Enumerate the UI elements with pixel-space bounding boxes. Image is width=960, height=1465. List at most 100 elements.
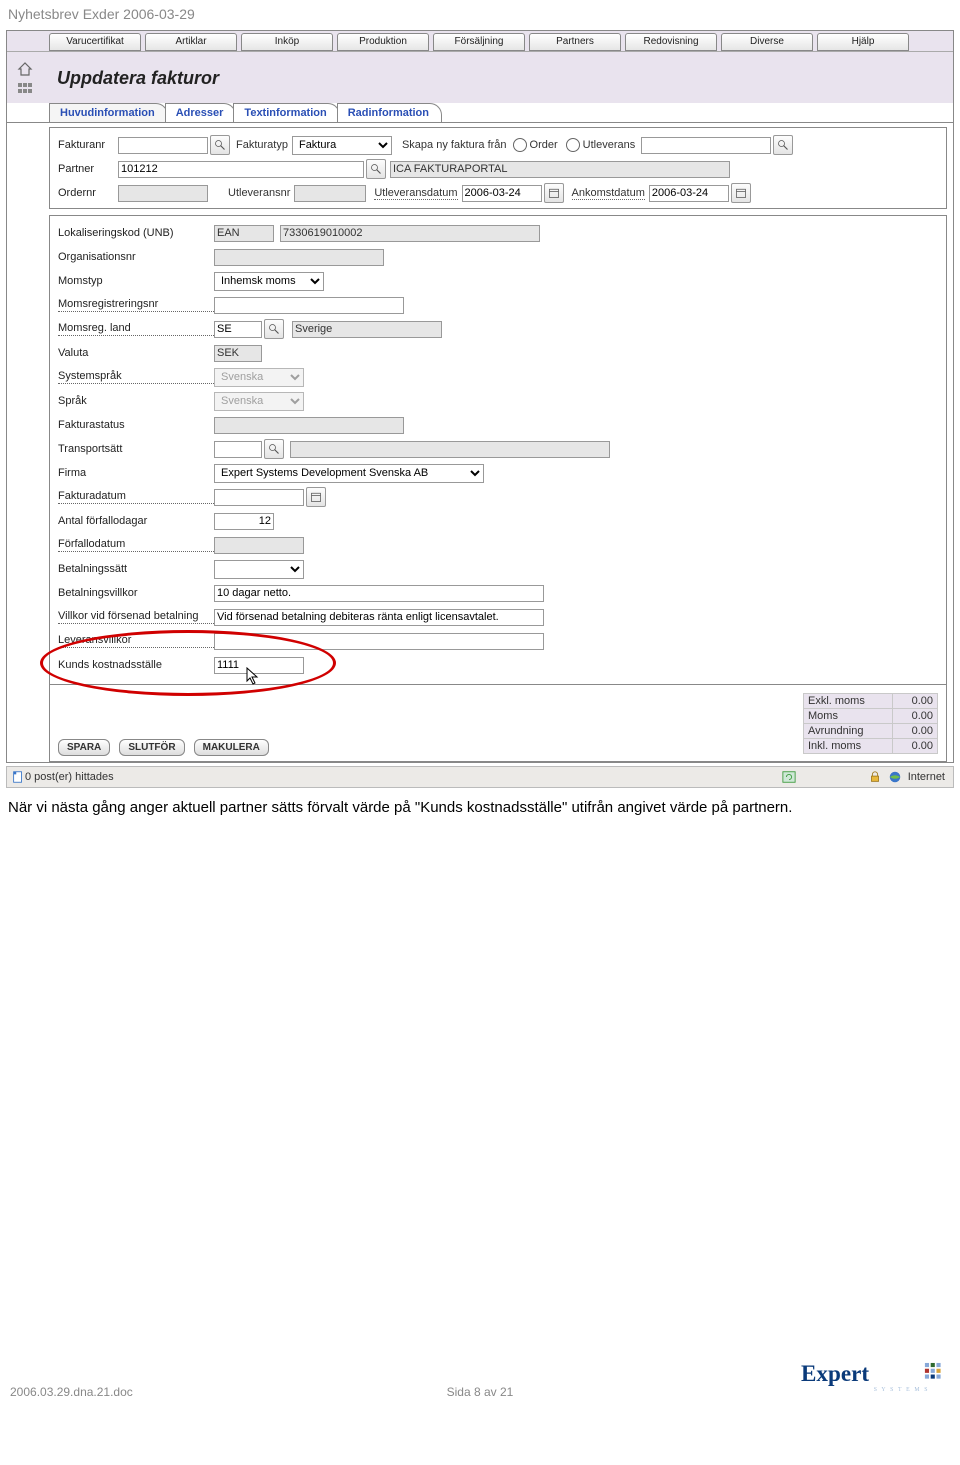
total-exkl-label: Exkl. moms [804, 694, 892, 708]
ankomstdatum-input[interactable] [649, 185, 729, 202]
menu-produktion[interactable]: Produktion [337, 33, 429, 51]
details-form: Lokaliseringskod (UNB) EAN 7330619010002… [49, 215, 947, 685]
page-footer: 2006.03.29.dna.21.doc Sida 8 av 21 Exper… [0, 1358, 960, 1405]
betv-label: Betalningsvillkor [58, 587, 214, 599]
betv-input[interactable] [214, 585, 544, 602]
firma-select[interactable]: Expert Systems Development Svenska AB [214, 464, 484, 483]
menu-inkop[interactable]: Inköp [241, 33, 333, 51]
villkor-label: Villkor vid försenad betalning [58, 610, 214, 624]
total-exkl-value: 0.00 [892, 694, 937, 708]
kund-input[interactable] [214, 657, 304, 674]
home-icon[interactable] [17, 61, 33, 75]
tab-radinformation[interactable]: Radinformation [337, 103, 442, 122]
radio-utleverans[interactable] [566, 138, 580, 152]
firma-label: Firma [58, 467, 214, 479]
utleveransdatum-input[interactable] [462, 185, 542, 202]
footer-left: 2006.03.29.dna.21.doc [10, 1385, 133, 1399]
menu-redovisning[interactable]: Redovisning [625, 33, 717, 51]
fakturanr-lookup-icon[interactable] [210, 135, 230, 155]
bets-select[interactable] [214, 560, 304, 579]
makulera-button[interactable]: MAKULERA [194, 739, 269, 756]
page-title: Uppdatera fakturor [57, 68, 949, 89]
partner-lookup-icon[interactable] [366, 159, 386, 179]
momsland-lookup-icon[interactable] [264, 319, 284, 339]
valuta-label: Valuta [58, 347, 214, 359]
svg-text:Expert: Expert [801, 1361, 869, 1387]
fdatum-label: Fakturadatum [58, 490, 214, 504]
main-menu: Varucertifikat Artiklar Inköp Produktion… [7, 31, 953, 52]
trans-name-display [290, 441, 610, 458]
radio-order[interactable] [513, 138, 527, 152]
lok-label: Lokaliseringskod (UNB) [58, 227, 214, 239]
app-window: Varucertifikat Artiklar Inköp Produktion… [6, 30, 954, 763]
villkor-input[interactable] [214, 609, 544, 626]
partner-label: Partner [58, 163, 118, 175]
antal-input[interactable] [214, 513, 274, 530]
fakturanr-input[interactable] [118, 137, 208, 154]
fdatum-calendar-icon[interactable] [306, 487, 326, 507]
status-left-text: 0 post(er) hittades [25, 771, 114, 783]
sub-tabs: Huvudinformation Adresser Textinformatio… [7, 103, 953, 123]
forfall-label: Förfallodatum [58, 538, 214, 552]
trans-lookup-icon[interactable] [264, 439, 284, 459]
total-moms-label: Moms [804, 709, 892, 723]
fakturatyp-select[interactable]: Faktura [292, 136, 392, 155]
lev-label: Leveransvillkor [58, 634, 214, 648]
lok-type-display: EAN [214, 225, 274, 242]
momstyp-select[interactable]: Inhemsk moms [214, 272, 324, 291]
grid-icon[interactable] [17, 81, 33, 95]
skapa-input[interactable] [641, 137, 771, 154]
trans-code-input[interactable] [214, 441, 262, 458]
menu-partners[interactable]: Partners [529, 33, 621, 51]
momstyp-label: Momstyp [58, 275, 214, 287]
fdatum-input[interactable] [214, 489, 304, 506]
menu-hjalp[interactable]: Hjälp [817, 33, 909, 51]
total-avr-label: Avrundning [804, 724, 892, 738]
momsland-code-input[interactable] [214, 321, 262, 338]
momsland-label: Momsreg. land [58, 322, 214, 336]
total-inkl-label: Inkl. moms [804, 739, 892, 753]
caption-text: När vi nästa gång anger aktuell partner … [0, 788, 960, 818]
globe-icon [888, 770, 902, 784]
ankomstdatum-calendar-icon[interactable] [731, 183, 751, 203]
momsreg-input[interactable] [214, 297, 404, 314]
lock-icon [868, 770, 882, 784]
side-toolbar [13, 55, 57, 101]
ordernr-display [118, 185, 208, 202]
menu-forsaljning[interactable]: Försäljning [433, 33, 525, 51]
tab-huvudinformation[interactable]: Huvudinformation [49, 103, 168, 122]
fstatus-label: Fakturastatus [58, 419, 214, 431]
org-display [214, 249, 384, 266]
partner-code-input[interactable] [118, 161, 364, 178]
utleveransdatum-calendar-icon[interactable] [544, 183, 564, 203]
slutfor-button[interactable]: SLUTFÖR [119, 739, 184, 756]
footer-center: Sida 8 av 21 [447, 1385, 514, 1399]
menu-diverse[interactable]: Diverse [721, 33, 813, 51]
tab-adresser[interactable]: Adresser [165, 103, 237, 122]
momsland-name-display: Sverige [292, 321, 442, 338]
refresh-icon[interactable] [782, 770, 796, 784]
sprak-label: Språk [58, 395, 214, 407]
utleveransdatum-label: Utleveransdatum [374, 187, 457, 200]
valuta-display: SEK [214, 345, 262, 362]
skapa-label: Skapa ny faktura från [402, 139, 507, 151]
tab-textinformation[interactable]: Textinformation [233, 103, 339, 122]
radio-utleverans-label: Utleverans [583, 139, 636, 151]
fstatus-display [214, 417, 404, 434]
skapa-lookup-icon[interactable] [773, 135, 793, 155]
footer-area: SPARA SLUTFÖR MAKULERA Exkl. moms0.00 Mo… [49, 685, 947, 762]
total-inkl-value: 0.00 [892, 739, 937, 753]
antal-label: Antal förfallodagar [58, 515, 214, 527]
svg-text:S Y S T E M S: S Y S T E M S [874, 1387, 929, 1393]
sysprak-label: Systemspråk [58, 370, 214, 384]
fakturatyp-label: Fakturatyp [236, 139, 288, 151]
menu-artiklar[interactable]: Artiklar [145, 33, 237, 51]
header-form: Fakturanr Fakturatyp Faktura Skapa ny fa… [49, 127, 947, 209]
lev-input[interactable] [214, 633, 544, 650]
menu-varucertifikat[interactable]: Varucertifikat [49, 33, 141, 51]
partner-name-display: ICA FAKTURAPORTAL [390, 161, 730, 178]
utleveransnr-display [294, 185, 366, 202]
utleveransnr-label: Utleveransnr [228, 187, 290, 199]
kund-label: Kunds kostnadsställe [58, 659, 214, 671]
spara-button[interactable]: SPARA [58, 739, 110, 756]
